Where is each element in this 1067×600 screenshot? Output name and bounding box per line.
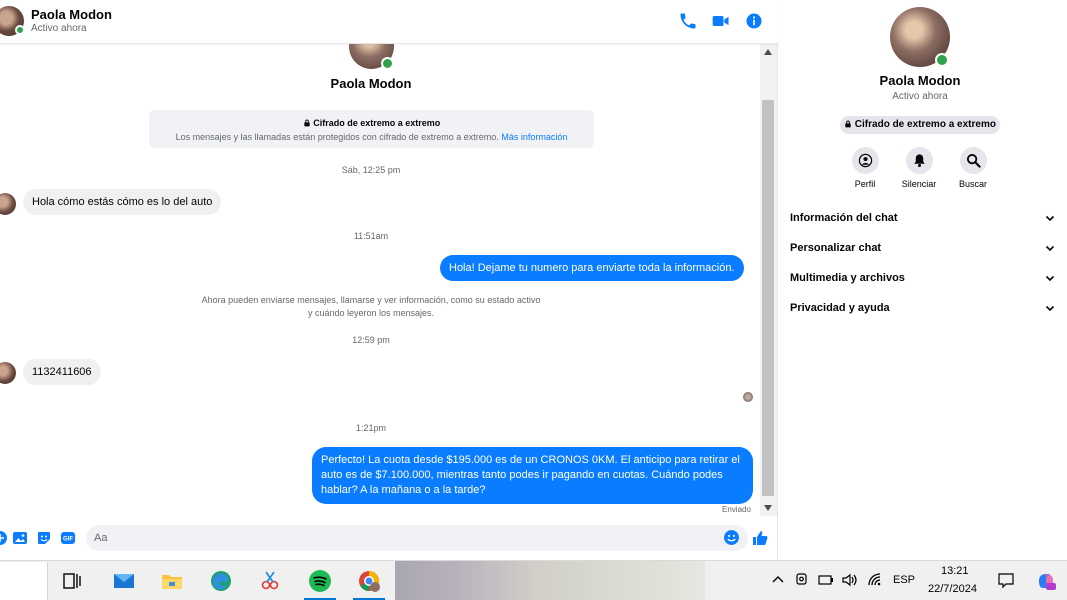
outgoing-message[interactable]: Perfecto! La cuota desde $195.000 es de … bbox=[312, 447, 753, 504]
sticker-icon[interactable] bbox=[36, 530, 52, 546]
search-label: Buscar bbox=[958, 179, 987, 189]
chat-info-panel: Paola Modon Activo ahora Cifrado de extr… bbox=[778, 0, 1067, 560]
contact-name[interactable]: Paola Modon bbox=[31, 7, 112, 22]
e2e-description: Los mensajes y las llamadas están proteg… bbox=[175, 132, 499, 142]
language-indicator[interactable]: ESP bbox=[893, 574, 915, 586]
section-title: Información del chat bbox=[790, 212, 898, 224]
scrollbar-thumb[interactable] bbox=[762, 100, 774, 496]
video-call-icon[interactable] bbox=[711, 11, 731, 31]
mute-button[interactable]: Silenciar bbox=[889, 147, 949, 189]
scrollbar[interactable] bbox=[760, 44, 777, 516]
section-title: Privacidad y ayuda bbox=[790, 302, 890, 314]
profile-label: Perfil bbox=[854, 179, 876, 189]
chat-header: Paola Modon Activo ahora bbox=[0, 0, 778, 44]
bell-icon bbox=[905, 147, 933, 174]
section-title: Personalizar chat bbox=[790, 242, 882, 254]
chevron-down-icon bbox=[1045, 275, 1055, 282]
scroll-up-arrow[interactable] bbox=[764, 49, 772, 55]
section-privacy-help[interactable]: Privacidad y ayuda bbox=[790, 296, 1056, 320]
avatar bbox=[0, 362, 16, 384]
scroll-down-arrow[interactable] bbox=[764, 505, 772, 511]
message-input[interactable] bbox=[94, 530, 714, 546]
mail-icon[interactable] bbox=[104, 564, 144, 598]
e2e-badge[interactable]: Cifrado de extremo a extremo bbox=[840, 116, 1000, 134]
volume-icon[interactable] bbox=[841, 571, 859, 589]
timestamp: Sáb, 12:25 pm bbox=[341, 165, 401, 175]
copilot-icon[interactable] bbox=[1036, 571, 1056, 591]
sent-status: Enviado bbox=[722, 505, 751, 514]
snipping-tool-icon[interactable] bbox=[250, 564, 290, 598]
search-icon bbox=[959, 147, 987, 174]
phone-icon[interactable] bbox=[678, 11, 698, 31]
message-list[interactable]: Paola Modon Cifrado de extremo a extremo… bbox=[0, 44, 760, 516]
clock-date[interactable]: 22/7/2024 bbox=[928, 583, 977, 595]
chrome-icon[interactable] bbox=[349, 564, 389, 600]
task-view-icon[interactable] bbox=[52, 564, 92, 598]
spotify-icon[interactable] bbox=[300, 564, 340, 600]
section-customize-chat[interactable]: Personalizar chat bbox=[790, 236, 1056, 260]
chat-window: Paola Modon Activo ahora Paola Modon Cif… bbox=[0, 0, 778, 560]
online-indicator bbox=[935, 53, 949, 67]
profile-button[interactable]: Perfil bbox=[835, 147, 895, 189]
gif-label: GIF bbox=[63, 537, 73, 543]
panel-contact-status: Activo ahora bbox=[892, 91, 948, 102]
gif-icon[interactable]: GIF bbox=[60, 530, 76, 546]
message-input-box[interactable] bbox=[86, 525, 748, 551]
section-title: Multimedia y archivos bbox=[790, 272, 905, 284]
lock-icon bbox=[304, 119, 310, 127]
emoji-icon[interactable] bbox=[723, 529, 740, 546]
avatar bbox=[0, 193, 16, 215]
add-icon[interactable] bbox=[0, 530, 8, 546]
search-button[interactable]: Buscar bbox=[943, 147, 1003, 189]
wifi-icon[interactable] bbox=[866, 571, 884, 589]
incoming-message[interactable]: Hola cómo estás cómo es lo del auto bbox=[23, 189, 222, 215]
timestamp: 11:51am bbox=[353, 231, 389, 241]
contact-status: Activo ahora bbox=[31, 23, 87, 34]
online-indicator bbox=[15, 25, 25, 35]
info-icon[interactable] bbox=[744, 11, 764, 31]
e2e-badge-label: Cifrado de extremo a extremo bbox=[854, 119, 996, 130]
outgoing-message[interactable]: Hola! Dejame tu numero para enviarte tod… bbox=[440, 255, 744, 281]
timestamp: 1:21pm bbox=[355, 423, 387, 433]
clock-time[interactable]: 13:21 bbox=[941, 565, 969, 577]
edge-icon[interactable] bbox=[201, 564, 241, 598]
battery-icon[interactable] bbox=[817, 571, 835, 589]
section-media-files[interactable]: Multimedia y archivos bbox=[790, 266, 1056, 290]
taskbar-search-box[interactable] bbox=[0, 562, 48, 600]
like-icon[interactable] bbox=[751, 529, 769, 547]
more-info-link[interactable]: Más información bbox=[501, 132, 567, 142]
file-explorer-icon[interactable] bbox=[152, 564, 192, 598]
incoming-message[interactable]: 1132411606 bbox=[23, 359, 101, 385]
chevron-down-icon bbox=[1045, 245, 1055, 252]
e2e-notice: Cifrado de extremo a extremo Los mensaje… bbox=[149, 110, 594, 148]
section-chat-info[interactable]: Información del chat bbox=[790, 206, 1056, 230]
profile-icon bbox=[851, 147, 879, 174]
lock-icon bbox=[845, 120, 851, 128]
chevron-down-icon bbox=[1045, 215, 1055, 222]
wallpaper-strip bbox=[395, 561, 705, 600]
panel-contact-name: Paola Modon bbox=[879, 73, 961, 88]
mute-label: Silenciar bbox=[901, 179, 937, 189]
notification-icon[interactable] bbox=[997, 571, 1015, 589]
e2e-title: Cifrado de extremo a extremo bbox=[313, 118, 441, 128]
intro-contact-name: Paola Modon bbox=[330, 76, 412, 91]
meet-now-icon[interactable] bbox=[793, 571, 811, 589]
chevron-down-icon bbox=[1045, 305, 1055, 312]
gallery-icon[interactable] bbox=[12, 530, 28, 546]
chevron-up-icon[interactable] bbox=[769, 571, 787, 589]
online-indicator bbox=[381, 57, 394, 70]
seen-indicator bbox=[743, 392, 753, 402]
system-note: Ahora pueden enviarse mensajes, llamarse… bbox=[201, 295, 541, 318]
timestamp: 12:59 pm bbox=[352, 335, 390, 345]
taskbar: ESP 13:21 22/7/2024 bbox=[0, 560, 1067, 600]
